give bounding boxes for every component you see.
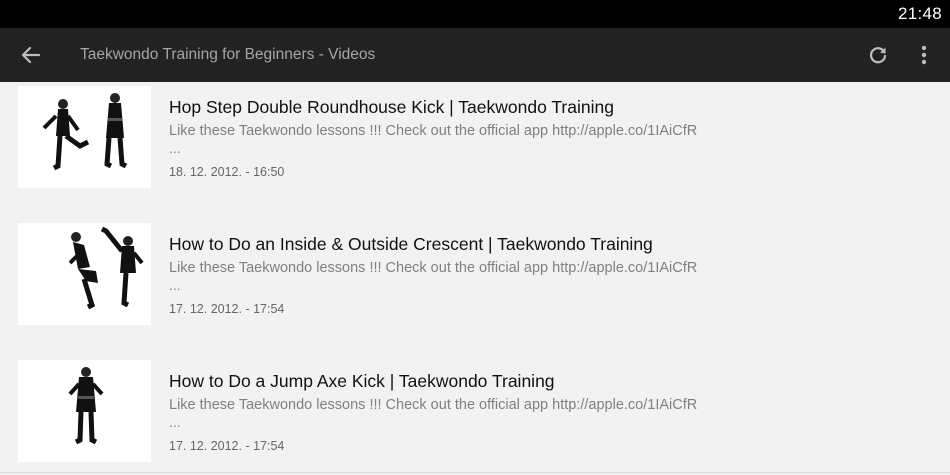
video-thumbnail bbox=[18, 360, 151, 462]
video-description: Like these Taekwondo lessons !!! Check o… bbox=[169, 123, 698, 139]
video-title[interactable]: How to Do an Inside & Outside Crescent |… bbox=[169, 234, 653, 255]
refresh-button[interactable] bbox=[860, 38, 896, 72]
description-ellipsis: ... bbox=[169, 277, 181, 293]
video-date: 17. 12. 2012. - 17:54 bbox=[169, 302, 285, 316]
back-button[interactable] bbox=[14, 39, 48, 71]
video-list-item[interactable]: Hop Step Double Roundhouse Kick | Taekwo… bbox=[0, 82, 950, 212]
description-ellipsis: ... bbox=[169, 414, 181, 430]
action-bar: Taekwondo Training for Beginners - Video… bbox=[0, 28, 950, 82]
video-list-item[interactable]: How to Do an Inside & Outside Crescent |… bbox=[0, 219, 950, 349]
arrow-left-icon bbox=[21, 46, 41, 64]
list-divider bbox=[0, 472, 950, 473]
video-description: Like these Taekwondo lessons !!! Check o… bbox=[169, 397, 698, 413]
refresh-icon bbox=[869, 47, 887, 64]
video-title[interactable]: How to Do a Jump Axe Kick | Taekwondo Tr… bbox=[169, 371, 555, 392]
video-thumbnail bbox=[18, 86, 151, 188]
overflow-menu-button[interactable] bbox=[908, 38, 940, 72]
video-date: 17. 12. 2012. - 17:54 bbox=[169, 439, 285, 453]
video-date: 18. 12. 2012. - 16:50 bbox=[169, 165, 285, 179]
video-list[interactable]: Hop Step Double Roundhouse Kick | Taekwo… bbox=[0, 82, 950, 475]
description-ellipsis: ... bbox=[169, 140, 181, 156]
overflow-menu-icon bbox=[921, 45, 927, 65]
video-list-item[interactable]: How to Do a Jump Axe Kick | Taekwondo Tr… bbox=[0, 356, 950, 475]
video-thumbnail bbox=[18, 223, 151, 325]
page-title: Taekwondo Training for Beginners - Video… bbox=[80, 46, 376, 63]
video-description: Like these Taekwondo lessons !!! Check o… bbox=[169, 260, 698, 276]
status-bar: 21:48 bbox=[0, 0, 950, 28]
clock-time: 21:48 bbox=[897, 4, 942, 23]
video-title[interactable]: Hop Step Double Roundhouse Kick | Taekwo… bbox=[169, 97, 614, 118]
